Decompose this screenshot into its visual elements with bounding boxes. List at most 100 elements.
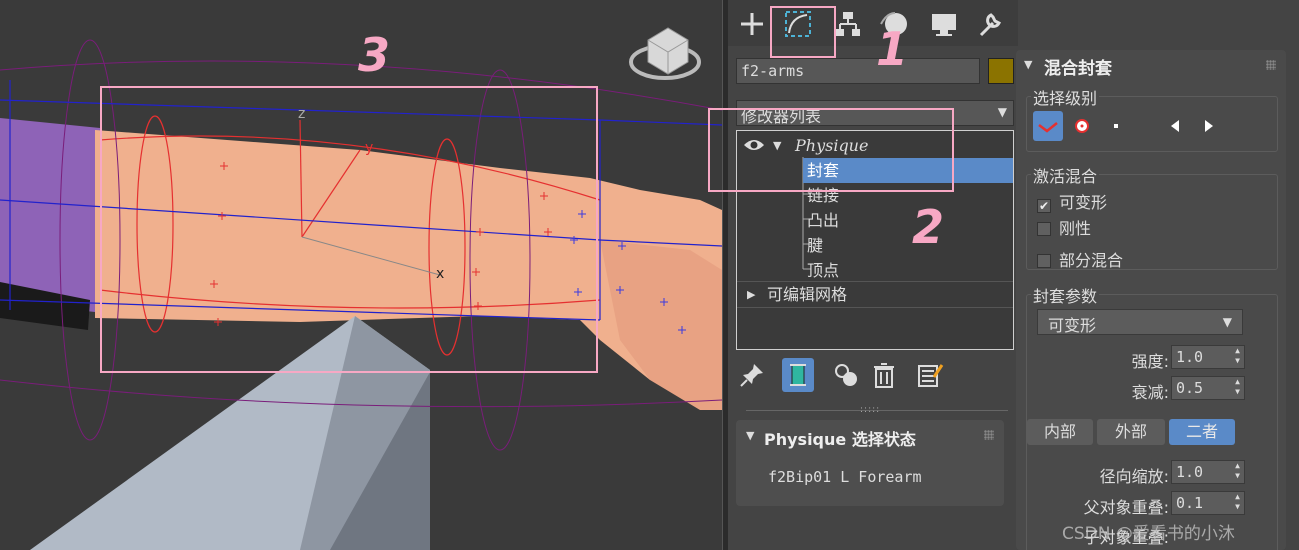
arrow-right-icon bbox=[1205, 120, 1213, 132]
collapse-icon[interactable]: ▼ bbox=[1024, 58, 1032, 71]
editable-mesh-label: 可编辑网格 bbox=[767, 285, 848, 304]
annotation-number-3: 3 bbox=[358, 28, 391, 82]
viewcube-icon bbox=[629, 27, 701, 80]
stack-sub-link[interactable]: 链接 bbox=[737, 183, 1013, 208]
check-mark-icon bbox=[1037, 254, 1051, 268]
stack-sub-vertex[interactable]: 顶点 bbox=[737, 258, 1013, 283]
3d-viewport[interactable]: x y z 3 bbox=[0, 0, 722, 550]
deformable-checkbox[interactable]: ✔ 可变形 bbox=[1037, 189, 1107, 213]
parent-overlap-label: 父对象重叠: bbox=[1083, 498, 1169, 517]
make-unique-icon bbox=[835, 364, 857, 386]
spinner-arrows-icon[interactable]: ▲ ▼ bbox=[1235, 377, 1240, 397]
display-tab[interactable] bbox=[924, 4, 964, 44]
control-point-level-button[interactable] bbox=[1101, 111, 1131, 141]
dropdown-arrow-icon: ▼ bbox=[997, 105, 1007, 119]
expand-right-icon[interactable]: ▶ bbox=[747, 282, 755, 307]
checkbox-label: 部分混合 bbox=[1059, 251, 1124, 270]
target-icon bbox=[1075, 119, 1089, 133]
spinner-value: 1.0 bbox=[1176, 463, 1204, 481]
stack-sub-tendon[interactable]: 腱 bbox=[737, 233, 1013, 258]
trash-icon bbox=[874, 363, 894, 388]
envelope-level-icon bbox=[1038, 122, 1058, 133]
object-color-swatch[interactable] bbox=[988, 58, 1014, 84]
modifier-list-dropdown[interactable]: 修改器列表 ▼ bbox=[736, 100, 1014, 126]
cross-section-level-button[interactable] bbox=[1067, 111, 1097, 141]
axis-y-label: y bbox=[365, 140, 373, 156]
pin-stack-button[interactable] bbox=[736, 358, 768, 392]
sub-item-label: 顶点 bbox=[807, 261, 840, 280]
envelope-level-button[interactable] bbox=[1033, 111, 1063, 141]
next-button[interactable] bbox=[1193, 111, 1223, 141]
collapse-icon[interactable]: ▼ bbox=[746, 429, 754, 442]
group-label: 封套参数 bbox=[1031, 283, 1100, 307]
spinner-arrows-icon[interactable]: ▲ ▼ bbox=[1235, 346, 1240, 366]
pin-icon bbox=[740, 364, 763, 387]
rollout-grip-icon[interactable] bbox=[984, 430, 994, 440]
stack-item-physique[interactable]: ▼ Physique bbox=[737, 133, 1013, 158]
inner-button[interactable]: 内部 bbox=[1027, 419, 1093, 445]
modifier-list-label: 修改器列表 bbox=[741, 107, 822, 126]
previous-button[interactable] bbox=[1161, 111, 1191, 141]
parent-overlap-spinner[interactable]: 0.1 ▲ ▼ bbox=[1171, 491, 1245, 515]
annotation-number-1: 1 bbox=[876, 22, 909, 76]
envelope-type-value: 可变形 bbox=[1048, 316, 1097, 335]
radial-scale-spinner[interactable]: 1.0 ▲ ▼ bbox=[1171, 460, 1245, 484]
falloff-label: 衰减: bbox=[1131, 383, 1169, 402]
rollout-title[interactable]: Physique 选择状态 bbox=[764, 426, 916, 450]
spinner-value: 1.0 bbox=[1176, 348, 1204, 366]
stack-separator bbox=[737, 307, 1013, 308]
utilities-tab[interactable] bbox=[970, 4, 1010, 44]
hierarchy-tab[interactable] bbox=[828, 4, 868, 44]
both-button[interactable]: 二者 bbox=[1169, 419, 1235, 445]
command-panel: f2-arms 修改器列表 ▼ ▼ Physique 封套 链接 凸出 腱 顶点 bbox=[728, 0, 1299, 550]
configure-modifier-sets-button[interactable] bbox=[914, 358, 946, 392]
object-name-field[interactable]: f2-arms bbox=[736, 58, 980, 84]
remove-modifier-button[interactable] bbox=[868, 358, 900, 392]
stack-sub-bulge[interactable]: 凸出 bbox=[737, 208, 1013, 233]
command-panel-tabs bbox=[728, 0, 1018, 46]
hierarchy-icon bbox=[836, 12, 860, 36]
falloff-spinner[interactable]: 0.5 ▲ ▼ bbox=[1171, 376, 1245, 400]
point-icon bbox=[1114, 124, 1118, 128]
outer-button[interactable]: 外部 bbox=[1097, 419, 1165, 445]
modifier-stack: ▼ Physique 封套 链接 凸出 腱 顶点 ▶ 可编辑网格 bbox=[736, 130, 1014, 350]
show-end-result-button[interactable] bbox=[782, 358, 814, 392]
viewport-scene: x y z bbox=[0, 27, 722, 550]
watermark: CSDN @爱看书的小沐 bbox=[1062, 524, 1235, 544]
sub-item-label: 凸出 bbox=[807, 211, 840, 230]
stack-sub-envelope[interactable]: 封套 bbox=[737, 158, 1013, 183]
envelope-side-segmented: 内部 外部 二者 bbox=[1027, 419, 1279, 445]
physique-selection-rollout: ▼ Physique 选择状态 f2Bip01 L Forearm bbox=[736, 420, 1004, 506]
sub-item-label: 封套 bbox=[803, 158, 1013, 183]
sub-item-label: 链接 bbox=[807, 186, 840, 205]
physique-label: Physique bbox=[795, 136, 869, 155]
checkbox-label: 可变形 bbox=[1059, 193, 1108, 212]
modify-tab[interactable] bbox=[778, 4, 818, 44]
spinner-arrows-icon[interactable]: ▲ ▼ bbox=[1235, 461, 1240, 481]
rigid-checkbox[interactable]: 刚性 bbox=[1037, 215, 1091, 239]
selection-level-group: 选择级别 bbox=[1026, 85, 1278, 152]
dropdown-arrow-icon: ▼ bbox=[1222, 315, 1232, 329]
make-unique-button[interactable] bbox=[830, 358, 862, 392]
create-tab[interactable] bbox=[732, 4, 772, 44]
annotation-number-2: 2 bbox=[912, 200, 945, 254]
splitter-grip-icon[interactable]: ::::: bbox=[860, 405, 886, 415]
falloff-row: 衰减: 0.5 ▲ ▼ bbox=[1027, 376, 1279, 402]
stack-item-editable-mesh[interactable]: ▶ 可编辑网格 bbox=[737, 282, 1013, 307]
selected-bone-label: f2Bip01 L Forearm bbox=[768, 468, 922, 486]
axis-z-label: z bbox=[298, 106, 305, 122]
partial-blend-checkbox[interactable]: 部分混合 bbox=[1037, 247, 1123, 271]
envelope-type-dropdown[interactable]: 可变形 ▼ bbox=[1037, 309, 1243, 335]
rollout-grip-icon[interactable] bbox=[1266, 60, 1276, 70]
spinner-arrows-icon[interactable]: ▲ ▼ bbox=[1235, 492, 1240, 512]
group-label: 激活混合 bbox=[1031, 163, 1100, 187]
strength-row: 强度: 1.0 ▲ ▼ bbox=[1027, 345, 1279, 371]
rollout-header[interactable]: ▼ 混合封套 bbox=[1016, 50, 1286, 79]
check-mark-icon bbox=[1037, 222, 1051, 236]
arrow-left-icon bbox=[1171, 120, 1179, 132]
parent-overlap-row: 父对象重叠: 0.1 ▲ ▼ bbox=[1027, 491, 1279, 517]
rollout-title: 混合封套 bbox=[1044, 59, 1112, 79]
expand-down-icon[interactable]: ▼ bbox=[773, 133, 781, 158]
strength-spinner[interactable]: 1.0 ▲ ▼ bbox=[1171, 345, 1245, 369]
check-mark-icon: ✔ bbox=[1037, 199, 1051, 213]
